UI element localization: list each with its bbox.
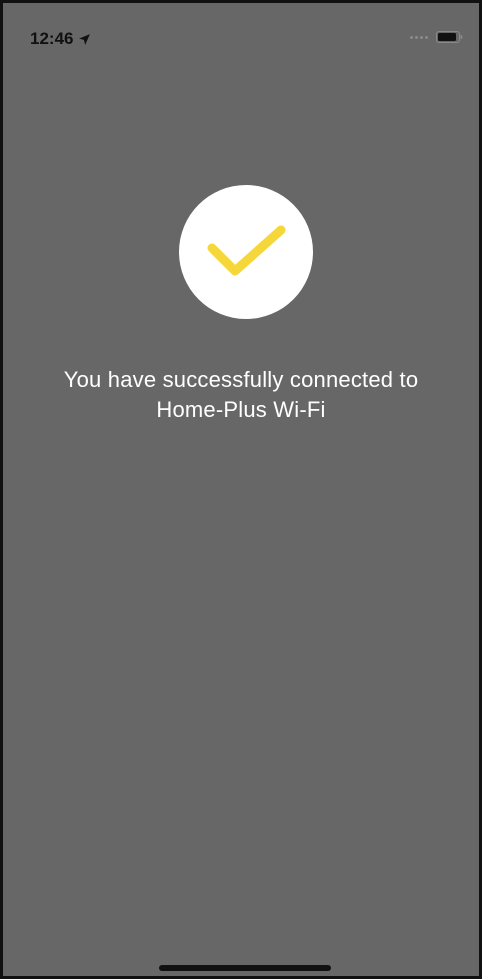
home-indicator[interactable] [159,965,331,971]
location-arrow-icon [79,33,91,45]
status-bar: 12:46 [3,3,479,63]
status-time: 12:46 [30,29,74,48]
success-message: You have successfully connected to Home-… [3,365,479,425]
success-message-line-1: You have successfully connected to [63,367,419,392]
status-indicators [410,31,463,43]
checkmark-icon [207,225,286,276]
battery-icon [436,31,463,43]
success-circle [179,185,313,319]
app-screen: 12:46 You have successfully connected to… [0,0,482,979]
signal-dots-icon [410,35,428,39]
success-message-line-2: Home-Plus Wi-Fi [156,397,326,422]
status-time-group: 12:46 [30,29,91,49]
